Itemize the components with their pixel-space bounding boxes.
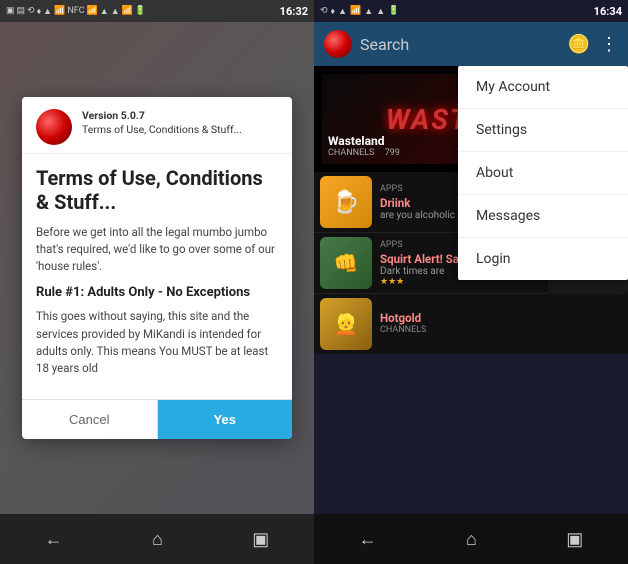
yes-button[interactable]: Yes [158, 400, 293, 439]
app-logo [36, 109, 72, 145]
terms-dialog: Version 5.0.7 Terms of Use, Conditions &… [22, 97, 292, 440]
bottom-nav-left: ← ⌂ ▣ [0, 514, 314, 564]
hotgold-item[interactable]: 👱 Hotgold CHANNELS [314, 294, 628, 354]
app-header: Search 🪙 ⋮ [314, 22, 628, 66]
status-bar-left: ▣ ▤ ⟲ ♦ ▲ 📶 NFC 📶 ▲ ▲ 📶 🔋 16:32 [0, 0, 314, 22]
app-logo-right [324, 30, 352, 58]
search-bar[interactable]: Search [360, 35, 560, 54]
left-panel: ▣ ▤ ⟲ ♦ ▲ 📶 NFC 📶 ▲ ▲ 📶 🔋 16:32 Version … [0, 0, 314, 564]
dialog-header-text: Version 5.0.7 Terms of Use, Conditions &… [82, 109, 242, 138]
dialog-body1: Before we get into all the legal mumbo j… [36, 224, 278, 276]
dialog-header: Version 5.0.7 Terms of Use, Conditions &… [22, 97, 292, 154]
time-right: 16:34 [594, 5, 622, 18]
back-button-right[interactable]: ← [359, 529, 377, 550]
menu-item-my-account[interactable]: My Account [458, 66, 628, 109]
dialog-buttons: Cancel Yes [22, 399, 292, 439]
squirt-thumb: 👊 [320, 237, 372, 289]
time-left: 16:32 [280, 5, 308, 18]
recents-button[interactable]: ▣ [252, 529, 269, 550]
menu-item-about[interactable]: About [458, 152, 628, 195]
dialog-rule1: Rule #1: Adults Only - No Exceptions [36, 285, 278, 300]
coins-icon[interactable]: 🪙 [568, 34, 590, 55]
menu-item-login[interactable]: Login [458, 238, 628, 280]
hotgold-thumb: 👱 [320, 298, 372, 350]
cancel-button[interactable]: Cancel [22, 400, 158, 439]
version-text: Version 5.0.7 Terms of Use, Conditions &… [82, 109, 242, 138]
menu-item-settings[interactable]: Settings [458, 109, 628, 152]
hotgold-info: Hotgold CHANNELS [380, 311, 426, 337]
dialog-body2: This goes without saying, this site and … [36, 308, 278, 377]
dialog-body: Terms of Use, Conditions & Stuff... Befo… [22, 154, 292, 400]
dialog-title: Terms of Use, Conditions & Stuff... [36, 166, 278, 214]
recents-button-right[interactable]: ▣ [566, 529, 583, 550]
more-options-icon[interactable]: ⋮ [600, 34, 618, 55]
menu-item-messages[interactable]: Messages [458, 195, 628, 238]
header-icons: 🪙 ⋮ [568, 34, 618, 55]
status-icons-left: ▣ ▤ ⟲ ♦ ▲ 📶 NFC 📶 ▲ ▲ 📶 🔋 [6, 6, 146, 17]
hotgold-title: Hotgold [380, 311, 426, 325]
status-bar-right: ⟲ ♦ ▲ 📶 ▲ ▲ 🔋 16:34 [314, 0, 628, 22]
dropdown-menu: My Account Settings About Messages Login [458, 66, 628, 280]
bottom-nav-right: ← ⌂ ▣ [314, 514, 628, 564]
driink-thumb: 🍺 [320, 176, 372, 228]
right-panel: ⟲ ♦ ▲ 📶 ▲ ▲ 🔋 16:34 Search 🪙 ⋮ WASTELAND [314, 0, 628, 564]
home-button-right[interactable]: ⌂ [466, 529, 477, 550]
content-area: WASTELAND Wasteland CHANNELS 799 [314, 66, 628, 514]
status-icons-right: ⟲ ♦ ▲ 📶 ▲ ▲ 🔋 [320, 6, 399, 17]
hotgold-category: CHANNELS [380, 325, 426, 335]
back-button[interactable]: ← [45, 529, 63, 550]
home-button[interactable]: ⌂ [152, 529, 163, 550]
dialog-overlay: Version 5.0.7 Terms of Use, Conditions &… [0, 22, 314, 514]
